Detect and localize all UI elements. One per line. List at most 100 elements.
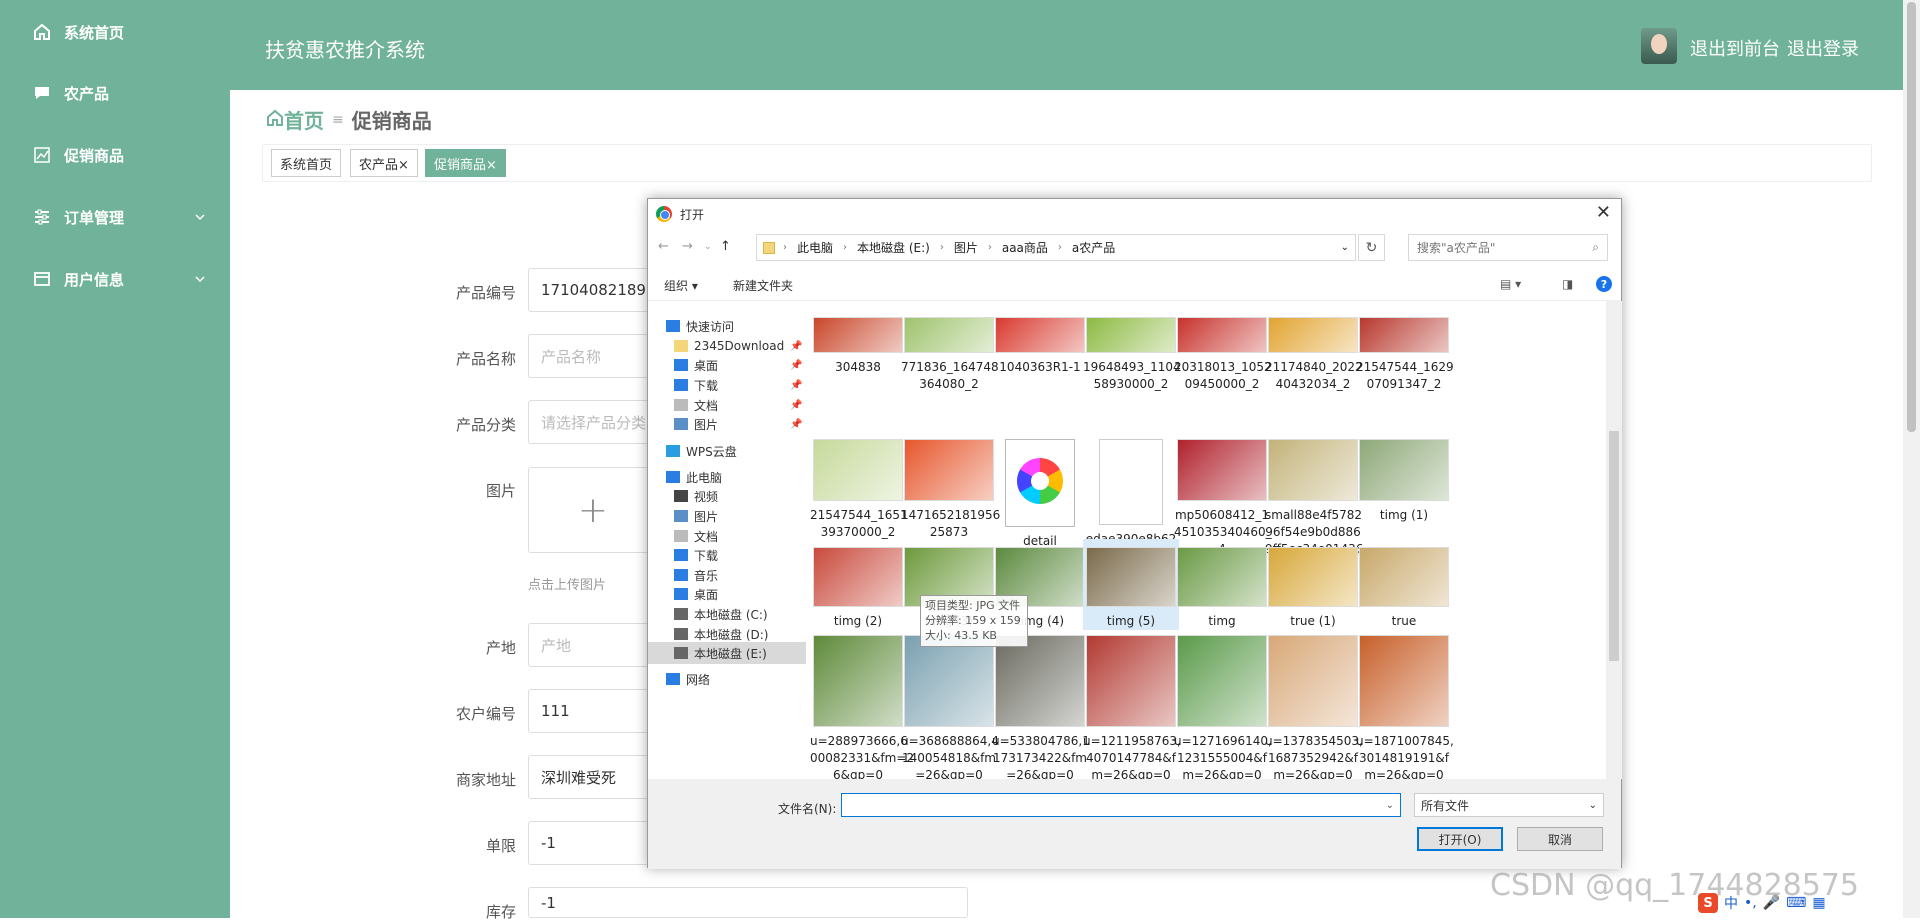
- file-item[interactable]: u=368688864,4 140054818&fm =26&gp=0: [901, 635, 999, 779]
- close-icon[interactable]: ✕: [1596, 202, 1611, 223]
- file-item[interactable]: u=1378354503, 1687352942&f m=26&gp=0: [1265, 635, 1363, 779]
- file-item[interactable]: timg (1): [1356, 439, 1452, 524]
- view-options-icon[interactable]: ▤ ▾: [1500, 277, 1521, 291]
- file-item[interactable]: timg (2): [810, 539, 906, 630]
- file-item[interactable]: true: [1356, 539, 1452, 630]
- tab-products[interactable]: 农产品×: [350, 149, 418, 177]
- file-item[interactable]: 19648493_1104 58930000_2: [1083, 309, 1181, 393]
- nav-item[interactable]: 桌面 📌: [648, 354, 806, 376]
- path-segment[interactable]: 本地磁盘 (E:): [857, 239, 930, 256]
- sidebar-item-label: 农产品: [64, 84, 110, 103]
- refresh-icon[interactable]: ↻: [1358, 234, 1385, 261]
- scrollbar-thumb[interactable]: [1609, 431, 1619, 661]
- nav-item[interactable]: 下载 📌: [648, 374, 806, 396]
- image-upload-button[interactable]: +: [528, 467, 658, 553]
- file-item[interactable]: 304838: [810, 309, 906, 376]
- network-icon: [666, 673, 680, 685]
- file-name: 771836_164748 364080_2: [901, 360, 999, 391]
- path-segment[interactable]: 图片: [954, 239, 978, 256]
- folder-icon: [674, 340, 688, 352]
- path-segment[interactable]: a农产品: [1072, 239, 1115, 256]
- nav-item[interactable]: 快速访问: [648, 315, 806, 337]
- nav-item[interactable]: 本地磁盘 (E:): [648, 642, 806, 664]
- file-item[interactable]: 1040363R1-1: [992, 309, 1088, 376]
- tab-home[interactable]: 系统首页: [271, 149, 342, 177]
- file-item[interactable]: detail: [992, 439, 1088, 550]
- nav-item[interactable]: 下载: [648, 544, 806, 566]
- help-icon[interactable]: ?: [1596, 276, 1612, 292]
- nav-item-label: WPS云盘: [686, 444, 737, 459]
- punctuation-icon[interactable]: •,: [1744, 895, 1757, 911]
- file-name: 20318013_1052 09450000_2: [1174, 360, 1272, 391]
- label-image: 图片: [485, 482, 516, 500]
- pin-icon[interactable]: 📌: [790, 419, 802, 430]
- nav-item[interactable]: 视频: [648, 485, 806, 507]
- dialog-titlebar: 打开 ✕: [648, 199, 1621, 229]
- file-item[interactable]: u=533804786,1 173173422&fm =26&gp=0: [992, 635, 1090, 779]
- sidebar-item-products[interactable]: 农产品: [32, 80, 109, 106]
- filetype-select[interactable]: 所有文件 ⌄: [1414, 793, 1604, 817]
- cancel-button[interactable]: 取消: [1517, 827, 1603, 851]
- file-item[interactable]: u=1211958763, 4070147784&f m=26&gp=0: [1083, 635, 1181, 779]
- file-item[interactable]: 21174840_2022 40432034_2: [1265, 309, 1363, 393]
- nav-item[interactable]: 本地磁盘 (C:): [648, 603, 806, 625]
- file-item[interactable]: u=1271696140, 1231555004&f m=26&gp=0: [1174, 635, 1272, 779]
- file-item[interactable]: 771836_164748 364080_2: [901, 309, 999, 393]
- pin-icon[interactable]: 📌: [790, 380, 802, 391]
- nav-item[interactable]: 图片 📌: [648, 413, 806, 435]
- organize-button[interactable]: 组织 ▾: [664, 277, 698, 294]
- file-item[interactable]: u=1871007845, 3014819191&f m=26&gp=0: [1356, 635, 1454, 779]
- breadcrumb-separator-icon: ≡: [332, 111, 344, 128]
- sidebar-item-orders[interactable]: 订单管理: [32, 204, 212, 230]
- back-to-front-link[interactable]: 退出到前台: [1690, 35, 1780, 61]
- new-folder-button[interactable]: 新建文件夹: [733, 277, 793, 294]
- nav-item[interactable]: WPS云盘: [648, 440, 806, 462]
- nav-item-label: 下载: [694, 548, 719, 563]
- file-item[interactable]: 1471652181956 25873: [901, 439, 1000, 541]
- home-icon: [32, 22, 52, 42]
- file-item[interactable]: u=288973666,6 00082331&fm=2 6&gp=0: [810, 635, 914, 779]
- filename-input[interactable]: ⌄: [841, 793, 1401, 817]
- search-box[interactable]: 搜索"a农产品" ⌕: [1408, 234, 1608, 261]
- recent-dropdown-icon[interactable]: ⌄: [704, 242, 712, 252]
- path-breadcrumb[interactable]: › 此电脑 › 本地磁盘 (E:) › 图片 › aaa商品 › a农产品 ⌄: [756, 234, 1356, 261]
- pin-icon[interactable]: 📌: [790, 360, 802, 371]
- file-list-scrollbar[interactable]: [1606, 301, 1622, 779]
- stock-input[interactable]: -1: [528, 887, 968, 918]
- ime-language[interactable]: 中: [1724, 893, 1738, 913]
- tab-promotions[interactable]: 促销商品×: [425, 149, 506, 177]
- nav-item[interactable]: 桌面: [648, 583, 806, 605]
- back-arrow-icon[interactable]: ←: [658, 239, 669, 254]
- chevron-down-icon[interactable]: ⌄: [1386, 800, 1394, 811]
- file-item[interactable]: timg: [1174, 539, 1270, 630]
- preview-pane-icon[interactable]: ◨: [1562, 277, 1573, 291]
- sidebar-item-home[interactable]: 系统首页: [32, 19, 124, 45]
- file-item[interactable]: true (1): [1265, 539, 1361, 630]
- tooltip-line: 项目类型: JPG 文件: [925, 599, 1021, 612]
- sidebar-item-promotions[interactable]: 促销商品: [32, 142, 124, 168]
- file-item[interactable]: 20318013_1052 09450000_2: [1174, 309, 1272, 393]
- path-segment[interactable]: aaa商品: [1002, 239, 1048, 256]
- keyboard-icon[interactable]: ⌨: [1786, 895, 1806, 911]
- avatar[interactable]: [1641, 28, 1677, 64]
- forward-arrow-icon[interactable]: →: [682, 239, 693, 254]
- pin-icon[interactable]: 📌: [790, 400, 802, 411]
- ime-toolbar[interactable]: S 中 •, 🎤 ⌨ ▦: [1698, 892, 1898, 914]
- sidebar-item-users[interactable]: 用户信息: [32, 266, 212, 292]
- logout-link[interactable]: 退出登录: [1787, 35, 1859, 61]
- mic-icon[interactable]: 🎤: [1763, 895, 1780, 911]
- nav-item[interactable]: 网络: [648, 668, 806, 690]
- nav-item[interactable]: 图片: [648, 505, 806, 527]
- chevron-down-icon[interactable]: ⌄: [1341, 242, 1349, 253]
- scrollbar-thumb[interactable]: [1907, 2, 1916, 432]
- page-scrollbar[interactable]: [1903, 0, 1920, 918]
- up-arrow-icon[interactable]: ↑: [720, 239, 731, 254]
- breadcrumb-home[interactable]: 首页: [284, 105, 324, 134]
- path-segment[interactable]: 此电脑: [797, 239, 833, 256]
- open-button[interactable]: 打开(O): [1417, 827, 1503, 851]
- file-item[interactable]: 21547544_1651 39370000_2: [810, 439, 908, 541]
- file-item[interactable]: timg (5): [1083, 539, 1179, 630]
- shirt-icon[interactable]: ▦: [1812, 895, 1825, 911]
- pin-icon[interactable]: 📌: [790, 341, 802, 352]
- file-item[interactable]: 21547544_1629 07091347_2: [1356, 309, 1454, 393]
